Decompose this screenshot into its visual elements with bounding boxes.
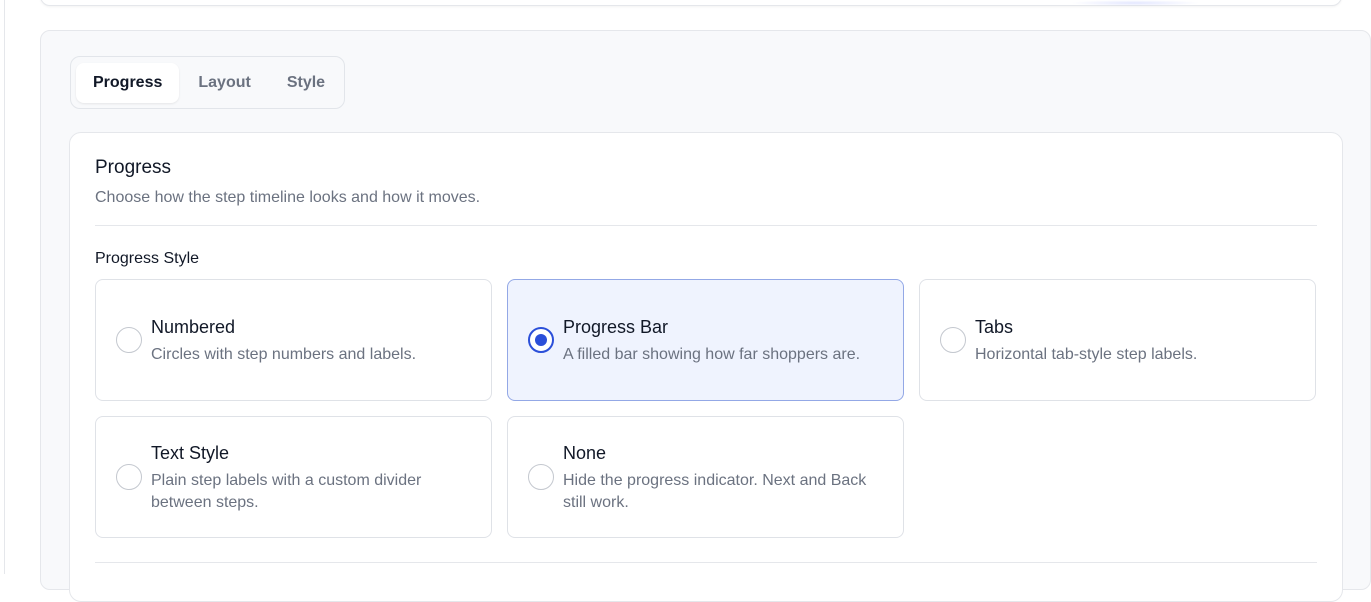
option-description: Plain step labels with a custom divider … — [151, 472, 422, 511]
section-description: Choose how the step timeline looks and h… — [95, 189, 481, 206]
option-progress-bar[interactable]: Progress Bar A filled bar showing how fa… — [507, 279, 904, 401]
option-title: Progress Bar — [563, 317, 669, 337]
option-description: Circles with step numbers and labels. — [151, 346, 417, 363]
option-title: Numbered — [151, 317, 236, 337]
progress-settings-card: Progress Choose how the step timeline lo… — [69, 132, 1343, 602]
option-description: A filled bar showing how far shoppers ar… — [563, 346, 861, 363]
decorative-glow — [1070, 0, 1200, 6]
radio-numbered[interactable] — [116, 327, 142, 353]
section-divider-bottom — [95, 562, 1317, 563]
page-left-border — [4, 0, 5, 574]
radio-text-style[interactable] — [116, 464, 142, 490]
option-text-style[interactable]: Text Style Plain step labels with a cust… — [95, 416, 492, 538]
option-tabs[interactable]: Tabs Horizontal tab-style step labels. — [919, 279, 1316, 401]
radio-progress-bar[interactable] — [528, 327, 554, 353]
option-title: Text Style — [151, 443, 230, 463]
option-title: Tabs — [975, 317, 1014, 337]
section-divider — [95, 225, 1317, 226]
tab-progress[interactable]: Progress — [76, 62, 180, 103]
option-numbered[interactable]: Numbered Circles with step numbers and l… — [95, 279, 492, 401]
option-description: Horizontal tab-style step labels. — [975, 346, 1198, 363]
option-description: Hide the progress indicator. Next and Ba… — [563, 472, 867, 511]
section-title: Progress — [95, 157, 172, 178]
tab-layout[interactable]: Layout — [181, 63, 267, 103]
option-title: None — [563, 443, 607, 463]
settings-panel: Progress Layout Style Progress Choose ho… — [40, 30, 1371, 602]
settings-tabs: Progress Layout Style — [70, 56, 345, 109]
progress-style-label: Progress Style — [95, 250, 200, 267]
option-none[interactable]: None Hide the progress indicator. Next a… — [507, 416, 904, 538]
radio-tabs[interactable] — [940, 327, 966, 353]
tab-style[interactable]: Style — [270, 63, 342, 103]
radio-none[interactable] — [528, 464, 554, 490]
